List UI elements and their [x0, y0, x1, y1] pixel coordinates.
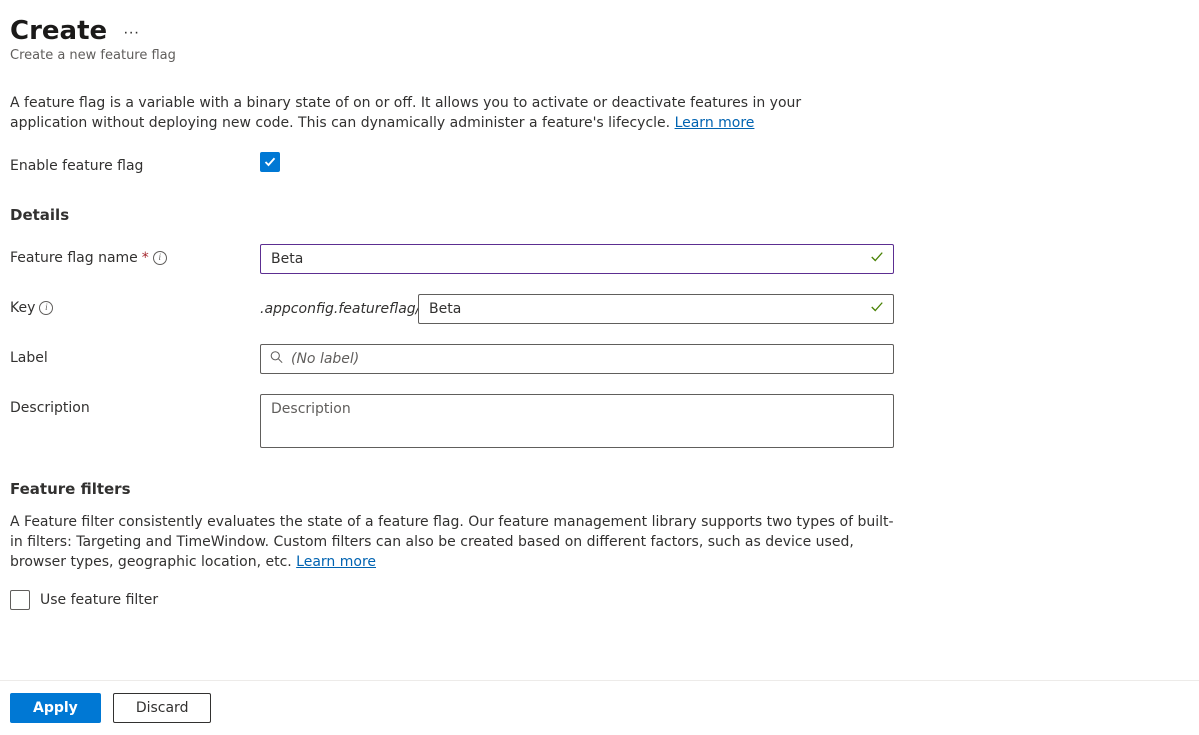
enable-feature-flag-checkbox[interactable] — [260, 152, 280, 172]
label-input[interactable] — [260, 344, 894, 374]
discard-button[interactable]: Discard — [113, 693, 212, 723]
key-label: Key — [10, 300, 35, 316]
description-label: Description — [10, 394, 260, 416]
more-menu-button[interactable]: ··· — [119, 27, 143, 39]
ellipsis-icon: ··· — [123, 24, 139, 41]
use-feature-filter-checkbox[interactable] — [10, 590, 30, 610]
info-icon[interactable]: i — [153, 251, 167, 265]
intro-text: A feature flag is a variable with a bina… — [10, 93, 880, 134]
filters-body: A Feature filter consistently evaluates … — [10, 514, 894, 571]
info-icon[interactable]: i — [39, 301, 53, 315]
search-icon — [270, 350, 283, 367]
key-input[interactable] — [418, 294, 894, 324]
page-subtitle: Create a new feature flag — [10, 48, 1189, 63]
check-icon — [870, 300, 884, 318]
filters-learn-more-link[interactable]: Learn more — [296, 554, 376, 570]
details-heading: Details — [10, 206, 1189, 224]
key-prefix: .appconfig.featureflag/ — [260, 301, 418, 317]
enable-label: Enable feature flag — [10, 152, 260, 174]
label-label: Label — [10, 344, 260, 366]
check-icon — [870, 250, 884, 268]
use-feature-filter-label: Use feature filter — [40, 592, 158, 608]
required-asterisk: * — [142, 250, 149, 266]
filters-text: A Feature filter consistently evaluates … — [10, 512, 900, 573]
description-input[interactable] — [260, 394, 894, 448]
feature-flag-name-label: Feature flag name — [10, 250, 138, 266]
apply-button[interactable]: Apply — [10, 693, 101, 723]
page-title: Create — [10, 16, 107, 46]
intro-learn-more-link[interactable]: Learn more — [675, 115, 755, 131]
feature-flag-name-input[interactable] — [260, 244, 894, 274]
feature-filters-heading: Feature filters — [10, 480, 1189, 498]
check-icon — [264, 156, 276, 168]
